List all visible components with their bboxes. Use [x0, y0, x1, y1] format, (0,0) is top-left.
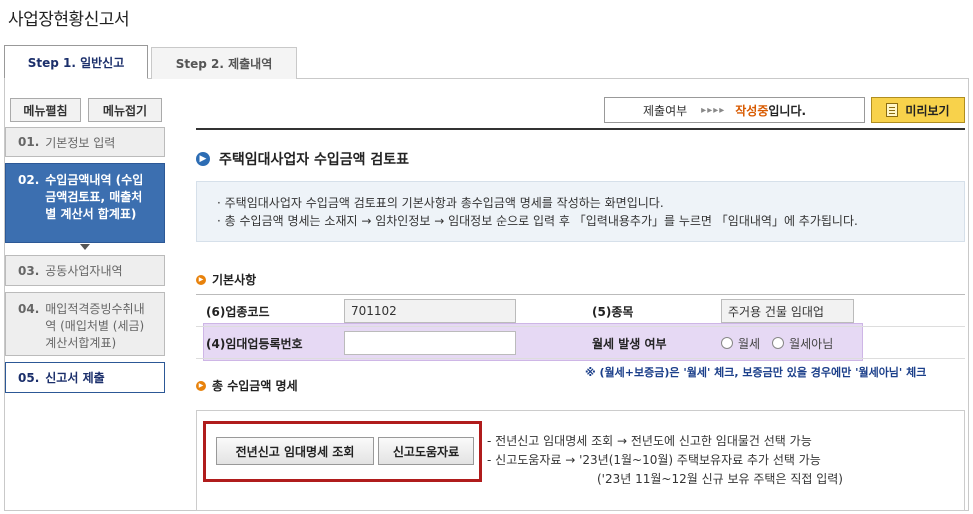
status-prefix: 제출여부	[643, 103, 688, 118]
monthly-rent-label: 월세 발생 여부	[592, 336, 667, 351]
desc-line: ('23년 11월~12월 신규 보유 주택은 직접 입력)	[597, 472, 843, 486]
bullet-arrow-icon: ▶	[196, 274, 206, 285]
revenue-section-title: ▶ 총 수입금액 명세	[196, 377, 298, 394]
rent-note: ※ (월세+보증금)은 '월세' 체크, 보증금만 있을 경우에만 '월세아님'…	[585, 366, 927, 379]
step-number: 03.	[18, 263, 40, 278]
section-title-text: 주택임대사업자 수입금액 검토표	[219, 152, 410, 168]
step-label: 수입금액내역 (수입금액검토표, 매출처별 계산서 합계표)	[45, 173, 144, 221]
step-number: 05.	[18, 370, 40, 385]
submission-status: 제출여부 ▸▸▸▸ 작성중 입니다.	[604, 97, 865, 123]
form-row: (4)임대업등록번호 월세 발생 여부 월세 월세아님	[196, 327, 965, 359]
radio-circle-icon	[772, 337, 785, 349]
step-number: 02.	[18, 173, 40, 187]
desc-line: - 전년신고 임대명세 조회 → 전년도에 신고한 임대물건 선택 가능	[487, 434, 812, 448]
form-row: (6)업종코드 701102 (5)종목 주거용 건물 임대업	[196, 295, 965, 327]
info-line: · 주택임대사업자 수입금액 검토표의 기본사항과 총수입금액 명세를 작성하는…	[217, 196, 664, 210]
tab-step1[interactable]: Step 1. 일반신고	[4, 45, 148, 79]
sidebar-step-05[interactable]: 05. 신고서 제출	[5, 362, 165, 393]
step-down-arrow-icon	[80, 244, 90, 250]
desc-line: - 신고도움자료 → '23년(1월~10월) 주택보유자료 추가 선택 가능	[487, 453, 821, 467]
category-field[interactable]: 주거용 건물 임대업	[721, 299, 854, 323]
reg-no-field[interactable]	[344, 331, 516, 355]
revenue-description: - 전년신고 임대명세 조회 → 전년도에 신고한 임대물건 선택 가능 - 신…	[487, 432, 843, 489]
menu-collapse-button[interactable]: 메뉴접기	[88, 98, 162, 122]
radio-monthly-rent[interactable]: 월세	[721, 335, 760, 352]
circle-arrow-icon: ▶	[196, 152, 210, 166]
basic-form-table: (6)업종코드 701102 (5)종목 주거용 건물 임대업 (4)임대업등록…	[196, 294, 965, 359]
monthly-rent-radios: 월세 월세아님	[721, 327, 845, 359]
step-number: 01.	[18, 135, 40, 149]
category-label: (5)종목	[592, 304, 634, 319]
info-line: · 총 수입금액 명세는 소재지 → 임차인정보 → 임대정보 순으로 입력 후…	[217, 214, 858, 228]
page-title: 사업장현황신고서	[8, 10, 130, 30]
bullet-arrow-icon: ▶	[196, 380, 206, 391]
preview-label: 미리보기	[905, 103, 950, 118]
step-label: 공동사업자내역	[45, 264, 123, 278]
prev-year-lookup-button[interactable]: 전년신고 임대명세 조회	[216, 437, 374, 465]
document-icon	[886, 103, 899, 117]
radio-circle-icon	[721, 337, 733, 349]
step-label: 매입적격증빙수취내역 (매입처별 (세금) 계산서합계표)	[45, 302, 145, 350]
info-box: · 주택임대사업자 수입금액 검토표의 기본사항과 총수입금액 명세를 작성하는…	[196, 181, 965, 242]
sidebar-step-04[interactable]: 04. 매입적격증빙수취내역 (매입처별 (세금) 계산서합계표)	[5, 292, 165, 356]
preview-button[interactable]: 미리보기	[871, 97, 965, 123]
tab-step2[interactable]: Step 2. 제출내역	[151, 47, 297, 79]
divider	[196, 128, 965, 130]
radio-no-monthly-rent[interactable]: 월세아님	[772, 335, 833, 352]
status-suffix: 입니다.	[768, 103, 807, 118]
sidebar-step-03[interactable]: 03. 공동사업자내역	[5, 255, 165, 286]
sidebar-step-01[interactable]: 01. 기본정보 입력	[5, 127, 165, 157]
industry-code-label: (6)업종코드	[206, 304, 270, 319]
tab-bar: Step 1. 일반신고 Step 2. 제출내역	[4, 45, 969, 79]
reg-no-label: (4)임대업등록번호	[206, 336, 303, 351]
industry-code-field[interactable]: 701102	[344, 299, 516, 323]
menu-expand-button[interactable]: 메뉴펼침	[10, 98, 81, 122]
basic-section-title: ▶ 기본사항	[196, 271, 256, 288]
sidebar-step-02[interactable]: 02. 수입금액내역 (수입금액검토표, 매출처별 계산서 합계표)	[5, 163, 165, 243]
step-label: 신고서 제출	[45, 371, 105, 385]
step-number: 04.	[18, 302, 40, 316]
status-state: 작성중	[735, 103, 769, 118]
help-data-button[interactable]: 신고도움자료	[378, 437, 474, 465]
status-arrows-icon: ▸▸▸▸	[701, 104, 726, 116]
section-title: ▶ 주택임대사업자 수입금액 검토표	[196, 149, 409, 169]
step-label: 기본정보 입력	[45, 135, 116, 150]
